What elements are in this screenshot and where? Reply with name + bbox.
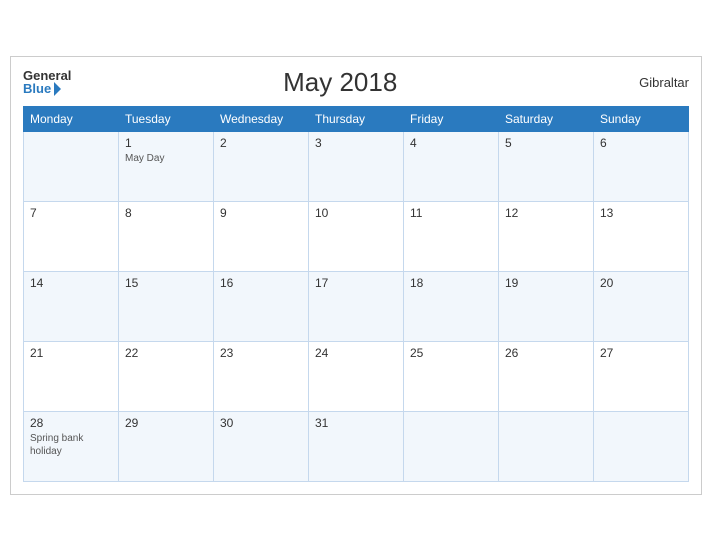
day-number: 14 bbox=[30, 276, 112, 290]
calendar-week-row: 28 Spring bank holiday 29 30 31 bbox=[24, 411, 689, 481]
col-tuesday: Tuesday bbox=[119, 106, 214, 131]
calendar-week-row: 21 22 23 24 25 26 27 bbox=[24, 341, 689, 411]
logo: General Blue bbox=[23, 69, 71, 96]
day-number: 15 bbox=[125, 276, 207, 290]
calendar-cell: 5 bbox=[499, 131, 594, 201]
logo-triangle-icon bbox=[54, 82, 61, 96]
calendar-cell: 2 bbox=[214, 131, 309, 201]
calendar-cell: 16 bbox=[214, 271, 309, 341]
day-number: 24 bbox=[315, 346, 397, 360]
calendar-cell: 23 bbox=[214, 341, 309, 411]
calendar-cell: 21 bbox=[24, 341, 119, 411]
calendar-cell bbox=[499, 411, 594, 481]
calendar-cell bbox=[24, 131, 119, 201]
col-wednesday: Wednesday bbox=[214, 106, 309, 131]
col-friday: Friday bbox=[404, 106, 499, 131]
calendar-cell: 3 bbox=[309, 131, 404, 201]
calendar-cell: 1 May Day bbox=[119, 131, 214, 201]
calendar-cell: 4 bbox=[404, 131, 499, 201]
day-number: 10 bbox=[315, 206, 397, 220]
col-monday: Monday bbox=[24, 106, 119, 131]
calendar-cell: 10 bbox=[309, 201, 404, 271]
calendar-cell: 15 bbox=[119, 271, 214, 341]
day-number: 31 bbox=[315, 416, 397, 430]
day-event: May Day bbox=[125, 152, 207, 165]
col-sunday: Sunday bbox=[594, 106, 689, 131]
calendar-title: May 2018 bbox=[71, 67, 609, 98]
day-number: 29 bbox=[125, 416, 207, 430]
calendar-table: Monday Tuesday Wednesday Thursday Friday… bbox=[23, 106, 689, 482]
calendar-cell: 28 Spring bank holiday bbox=[24, 411, 119, 481]
day-number: 17 bbox=[315, 276, 397, 290]
col-thursday: Thursday bbox=[309, 106, 404, 131]
logo-general-text: General bbox=[23, 69, 71, 82]
calendar-cell: 12 bbox=[499, 201, 594, 271]
calendar-cell: 26 bbox=[499, 341, 594, 411]
day-number: 28 bbox=[30, 416, 112, 430]
calendar-cell: 11 bbox=[404, 201, 499, 271]
calendar-cell: 6 bbox=[594, 131, 689, 201]
day-number: 12 bbox=[505, 206, 587, 220]
day-number: 18 bbox=[410, 276, 492, 290]
day-number: 4 bbox=[410, 136, 492, 150]
calendar-cell: 31 bbox=[309, 411, 404, 481]
day-number: 16 bbox=[220, 276, 302, 290]
calendar-body: 1May Day23456789101112131415161718192021… bbox=[24, 131, 689, 481]
calendar-cell: 14 bbox=[24, 271, 119, 341]
calendar-week-row: 14 15 16 17 18 19 20 bbox=[24, 271, 689, 341]
calendar-cell: 30 bbox=[214, 411, 309, 481]
day-number: 11 bbox=[410, 206, 492, 220]
day-number: 6 bbox=[600, 136, 682, 150]
day-number: 20 bbox=[600, 276, 682, 290]
calendar-cell: 13 bbox=[594, 201, 689, 271]
logo-blue-text: Blue bbox=[23, 82, 71, 96]
calendar-header: General Blue May 2018 Gibraltar bbox=[23, 67, 689, 98]
day-event: Spring bank holiday bbox=[30, 432, 112, 458]
calendar-week-row: 789 10 11 12 13 bbox=[24, 201, 689, 271]
day-number: 21 bbox=[30, 346, 112, 360]
day-number: 27 bbox=[600, 346, 682, 360]
day-number: 30 bbox=[220, 416, 302, 430]
day-number: 19 bbox=[505, 276, 587, 290]
day-number: 9 bbox=[220, 206, 302, 220]
calendar-cell: 25 bbox=[404, 341, 499, 411]
calendar: General Blue May 2018 Gibraltar Monday T… bbox=[10, 56, 702, 495]
day-number: 2 bbox=[220, 136, 302, 150]
calendar-cell bbox=[404, 411, 499, 481]
calendar-region: Gibraltar bbox=[609, 75, 689, 90]
calendar-cell: 27 bbox=[594, 341, 689, 411]
calendar-cell: 7 bbox=[24, 201, 119, 271]
day-number: 8 bbox=[125, 206, 207, 220]
calendar-cell: 20 bbox=[594, 271, 689, 341]
calendar-cell: 17 bbox=[309, 271, 404, 341]
day-number: 22 bbox=[125, 346, 207, 360]
calendar-cell: 24 bbox=[309, 341, 404, 411]
calendar-cell: 19 bbox=[499, 271, 594, 341]
calendar-header-row: Monday Tuesday Wednesday Thursday Friday… bbox=[24, 106, 689, 131]
day-number: 5 bbox=[505, 136, 587, 150]
day-number: 1 bbox=[125, 136, 207, 150]
calendar-cell: 18 bbox=[404, 271, 499, 341]
day-number: 23 bbox=[220, 346, 302, 360]
day-number: 26 bbox=[505, 346, 587, 360]
calendar-cell: 8 bbox=[119, 201, 214, 271]
calendar-cell: 22 bbox=[119, 341, 214, 411]
day-number: 25 bbox=[410, 346, 492, 360]
day-number: 7 bbox=[30, 206, 112, 220]
day-number: 3 bbox=[315, 136, 397, 150]
calendar-cell bbox=[594, 411, 689, 481]
calendar-cell: 29 bbox=[119, 411, 214, 481]
calendar-week-row: 1 May Day 23456 bbox=[24, 131, 689, 201]
calendar-cell: 9 bbox=[214, 201, 309, 271]
day-number: 13 bbox=[600, 206, 682, 220]
col-saturday: Saturday bbox=[499, 106, 594, 131]
